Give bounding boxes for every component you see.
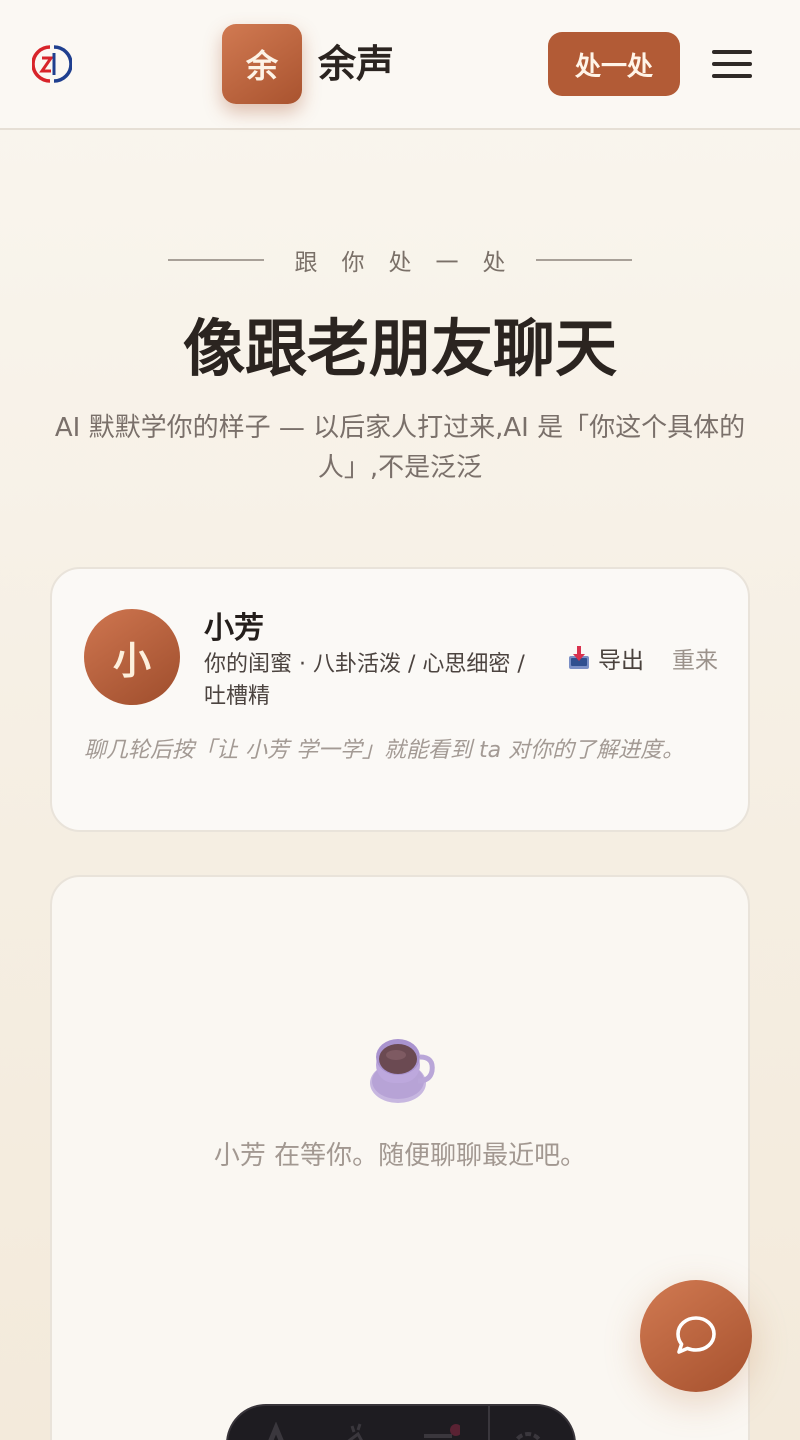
inbox-tray-icon [569, 646, 589, 669]
learning-hint: 聊几轮后按「让 小芳 学一学」就能看到 ta 对你的了解进度。 [84, 738, 685, 763]
eyebrow-right-rule [536, 259, 632, 261]
teacup-icon [370, 1039, 435, 1103]
toolbar-divider [488, 1406, 490, 1440]
eyebrow-left-rule [168, 259, 264, 261]
hero-eyebrow: 跟你处一处 [168, 240, 632, 280]
restart-button[interactable]: 重来 [672, 641, 718, 675]
top-header: 余 余声 处一处 [0, 0, 800, 130]
app-badge[interactable]: 余 [222, 24, 302, 104]
pen-icon[interactable] [336, 1422, 376, 1440]
hamburger-menu-icon[interactable] [710, 46, 754, 82]
settings-icon[interactable] [508, 1422, 548, 1440]
eyebrow-text: 跟你处一处 [294, 250, 530, 276]
bottom-toolbar [226, 1404, 576, 1440]
persona-name: 小芳 [204, 611, 264, 646]
export-label: 导出 [598, 648, 644, 674]
app-name[interactable]: 余声 [318, 38, 394, 90]
avatar: 小 [84, 609, 180, 705]
chat-fab-button[interactable] [640, 1280, 752, 1392]
font-icon[interactable] [256, 1422, 296, 1440]
brand-logo-icon[interactable] [32, 44, 72, 84]
export-button[interactable]: 导出 [568, 641, 644, 675]
hero-subtitle: AI 默默学你的样子 — 以后家人打过来,AI 是「你这个具体的人」,不是泛泛 [54, 413, 746, 483]
start-chat-button[interactable]: 处一处 [548, 32, 680, 96]
chat-bubble-icon [676, 1316, 716, 1354]
hero-title: 像跟老朋友聊天 [182, 312, 617, 385]
list-icon[interactable] [420, 1422, 460, 1440]
persona-card: 小 小芳 你的闺蜜 · 八卦活泼 / 心思细密 / 吐槽精 导出 重来 聊几轮后… [50, 567, 750, 832]
empty-chat-message: 小芳 在等你。随便聊聊最近吧。 [213, 1141, 587, 1171]
persona-description: 你的闺蜜 · 八卦活泼 / 心思细密 / 吐槽精 [204, 652, 525, 709]
